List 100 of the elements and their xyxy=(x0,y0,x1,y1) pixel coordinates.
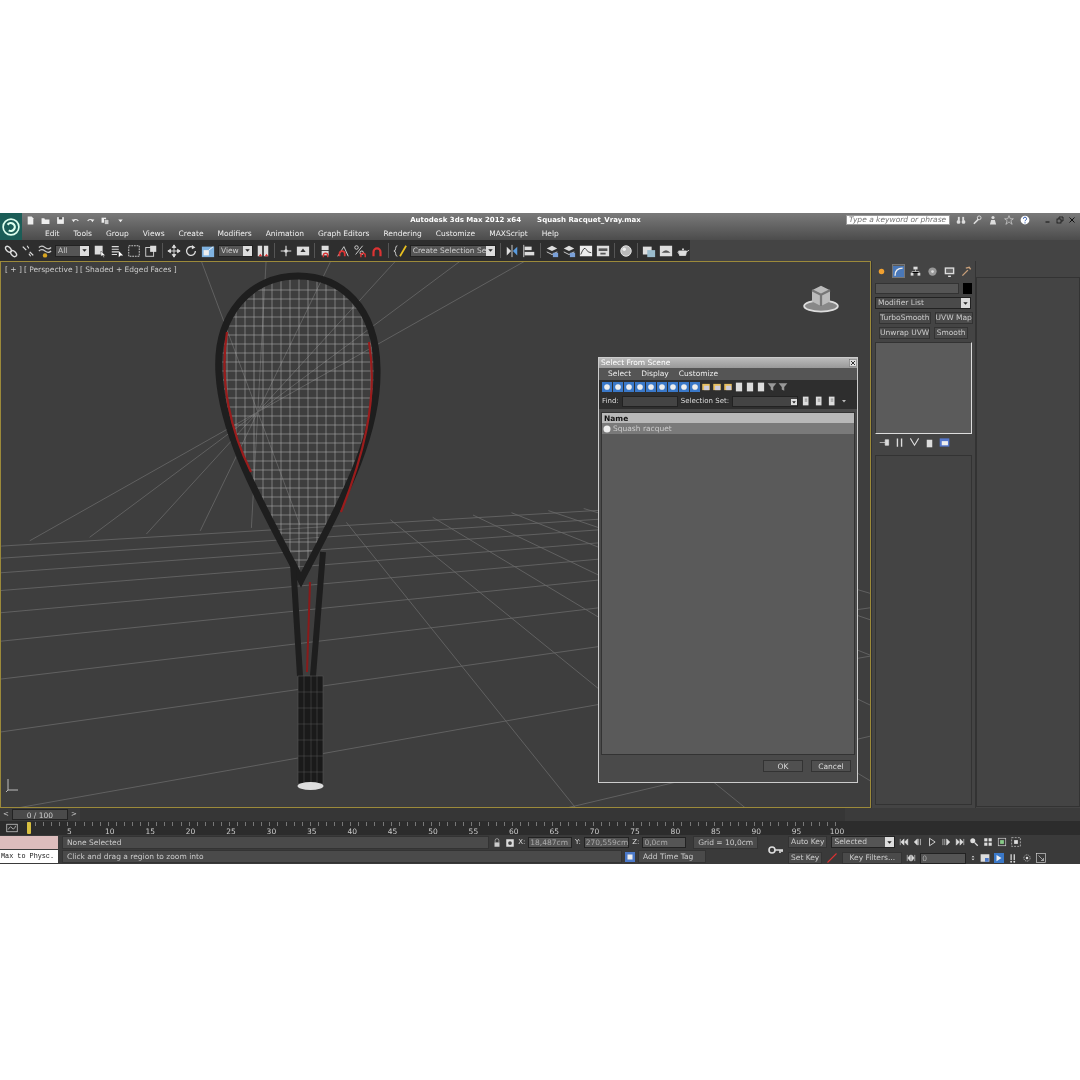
previous-frame-icon[interactable] xyxy=(913,837,924,847)
arc-icon xyxy=(893,265,904,277)
selection-set-dropdown[interactable] xyxy=(732,395,799,407)
lock-icon[interactable] xyxy=(492,837,503,848)
mirror-icon[interactable] xyxy=(505,243,520,258)
rotate-icon[interactable] xyxy=(183,243,198,258)
material-icon[interactable] xyxy=(619,243,634,258)
next-frame-icon[interactable] xyxy=(941,837,952,847)
pin-icon[interactable] xyxy=(879,437,890,448)
select-by-name-icon[interactable] xyxy=(110,243,125,258)
caret-icon[interactable] xyxy=(487,247,495,254)
play-icon[interactable] xyxy=(927,837,938,847)
layer-manager-icon[interactable] xyxy=(562,243,577,258)
edit-set-icon[interactable] xyxy=(827,396,838,406)
zoom-all-icon[interactable] xyxy=(983,837,994,847)
space-warps-filter-icon[interactable] xyxy=(657,381,667,392)
unlink-icon[interactable] xyxy=(21,243,35,258)
bones-filter-icon[interactable] xyxy=(690,381,700,392)
add-set-icon[interactable] xyxy=(801,396,812,406)
select-all-icon[interactable] xyxy=(734,381,744,392)
application-button[interactable] xyxy=(0,213,22,240)
key-mode-icon[interactable] xyxy=(906,853,917,863)
select-none-icon[interactable] xyxy=(745,381,755,392)
groups-filter-icon[interactable] xyxy=(668,381,678,392)
curve-editor-icon[interactable] xyxy=(6,822,18,834)
modifier-stack[interactable] xyxy=(875,342,972,434)
window-crossing-icon[interactable] xyxy=(144,243,159,258)
edit-selection-icon[interactable] xyxy=(392,243,407,258)
xrefs-filter-icon[interactable] xyxy=(679,381,689,392)
wrench-icon[interactable] xyxy=(972,215,982,225)
go-to-end-icon[interactable] xyxy=(955,837,966,847)
rectangle-region-icon[interactable] xyxy=(127,243,142,258)
zoom-extents-icon[interactable] xyxy=(997,837,1008,847)
filter-list-icon[interactable] xyxy=(778,381,788,392)
spinner-icon[interactable] xyxy=(970,853,977,863)
orbit-icon[interactable] xyxy=(1022,853,1033,863)
filter-icon[interactable] xyxy=(767,381,777,392)
schematic-icon[interactable] xyxy=(596,243,611,258)
container-icon[interactable] xyxy=(701,381,711,392)
caret-icon[interactable] xyxy=(81,247,89,254)
panel-tab[interactable] xyxy=(909,264,922,278)
maximize-viewport-icon[interactable] xyxy=(1036,853,1047,863)
fork-icon[interactable] xyxy=(909,437,920,448)
helpers-filter-icon[interactable] xyxy=(646,381,656,392)
star-icon[interactable] xyxy=(1004,215,1014,225)
caret-icon[interactable] xyxy=(840,397,849,405)
restore-icon[interactable] xyxy=(1056,216,1064,224)
color-swatch[interactable] xyxy=(963,283,972,294)
percent-snap-icon[interactable] xyxy=(352,243,367,258)
go-to-start-icon[interactable] xyxy=(899,837,910,847)
align-icon[interactable] xyxy=(522,243,537,258)
zoom-icon[interactable] xyxy=(969,837,980,847)
link-icon[interactable] xyxy=(4,243,18,258)
remove-set-icon[interactable] xyxy=(814,396,825,406)
pause-icon[interactable] xyxy=(894,437,905,448)
caret-icon[interactable] xyxy=(791,396,798,407)
scale-icon[interactable] xyxy=(200,243,215,258)
open-icon[interactable] xyxy=(41,215,50,225)
binoculars-icon[interactable] xyxy=(956,215,966,225)
panel-tab[interactable] xyxy=(943,264,956,278)
angle-snap-icon[interactable] xyxy=(335,243,350,258)
curve-editor-icon[interactable] xyxy=(579,243,594,258)
time-config-icon[interactable] xyxy=(980,853,991,863)
close-icon[interactable] xyxy=(1068,216,1076,224)
name-field[interactable] xyxy=(875,283,959,294)
find-field[interactable] xyxy=(621,395,678,407)
wave-icon[interactable] xyxy=(38,243,52,258)
frozen-icon[interactable] xyxy=(712,381,722,392)
time-tag-icon[interactable] xyxy=(625,851,635,862)
hidden-icon[interactable] xyxy=(723,381,733,392)
hierarchy-icon xyxy=(910,265,921,277)
tangent-icon[interactable] xyxy=(826,852,839,864)
move-icon[interactable] xyxy=(166,243,181,258)
shapes-filter-icon[interactable] xyxy=(613,381,623,392)
save-icon[interactable] xyxy=(56,215,65,225)
close-icon[interactable] xyxy=(849,359,857,367)
caret-icon[interactable] xyxy=(243,247,251,254)
manipulate-icon[interactable] xyxy=(278,243,293,258)
pan-view-icon[interactable] xyxy=(994,853,1005,863)
hammer-icon xyxy=(961,265,972,277)
help-icon[interactable] xyxy=(1020,215,1030,225)
configure-icon[interactable] xyxy=(939,437,950,448)
lights-filter-icon[interactable] xyxy=(624,381,634,392)
zoom-extents-all-icon[interactable] xyxy=(1011,837,1022,847)
invert-selection-icon[interactable] xyxy=(756,381,766,392)
geometry-filter-icon[interactable] xyxy=(602,381,612,392)
select-icon[interactable] xyxy=(93,243,108,258)
new-file-icon[interactable] xyxy=(26,215,35,225)
layers-icon[interactable] xyxy=(545,243,560,258)
cameras-filter-icon[interactable] xyxy=(635,381,645,392)
transform-mode-icon[interactable] xyxy=(505,837,516,848)
time-marker[interactable] xyxy=(27,822,31,834)
caret-icon[interactable] xyxy=(962,299,969,307)
script-field[interactable] xyxy=(0,836,58,849)
rendered-frame-icon[interactable] xyxy=(658,243,673,258)
caret-icon[interactable] xyxy=(886,838,894,846)
panel-tab[interactable] xyxy=(926,264,939,278)
project-folder-icon[interactable] xyxy=(101,215,110,225)
person-icon[interactable] xyxy=(988,215,998,225)
pivot-icon[interactable] xyxy=(255,243,270,258)
